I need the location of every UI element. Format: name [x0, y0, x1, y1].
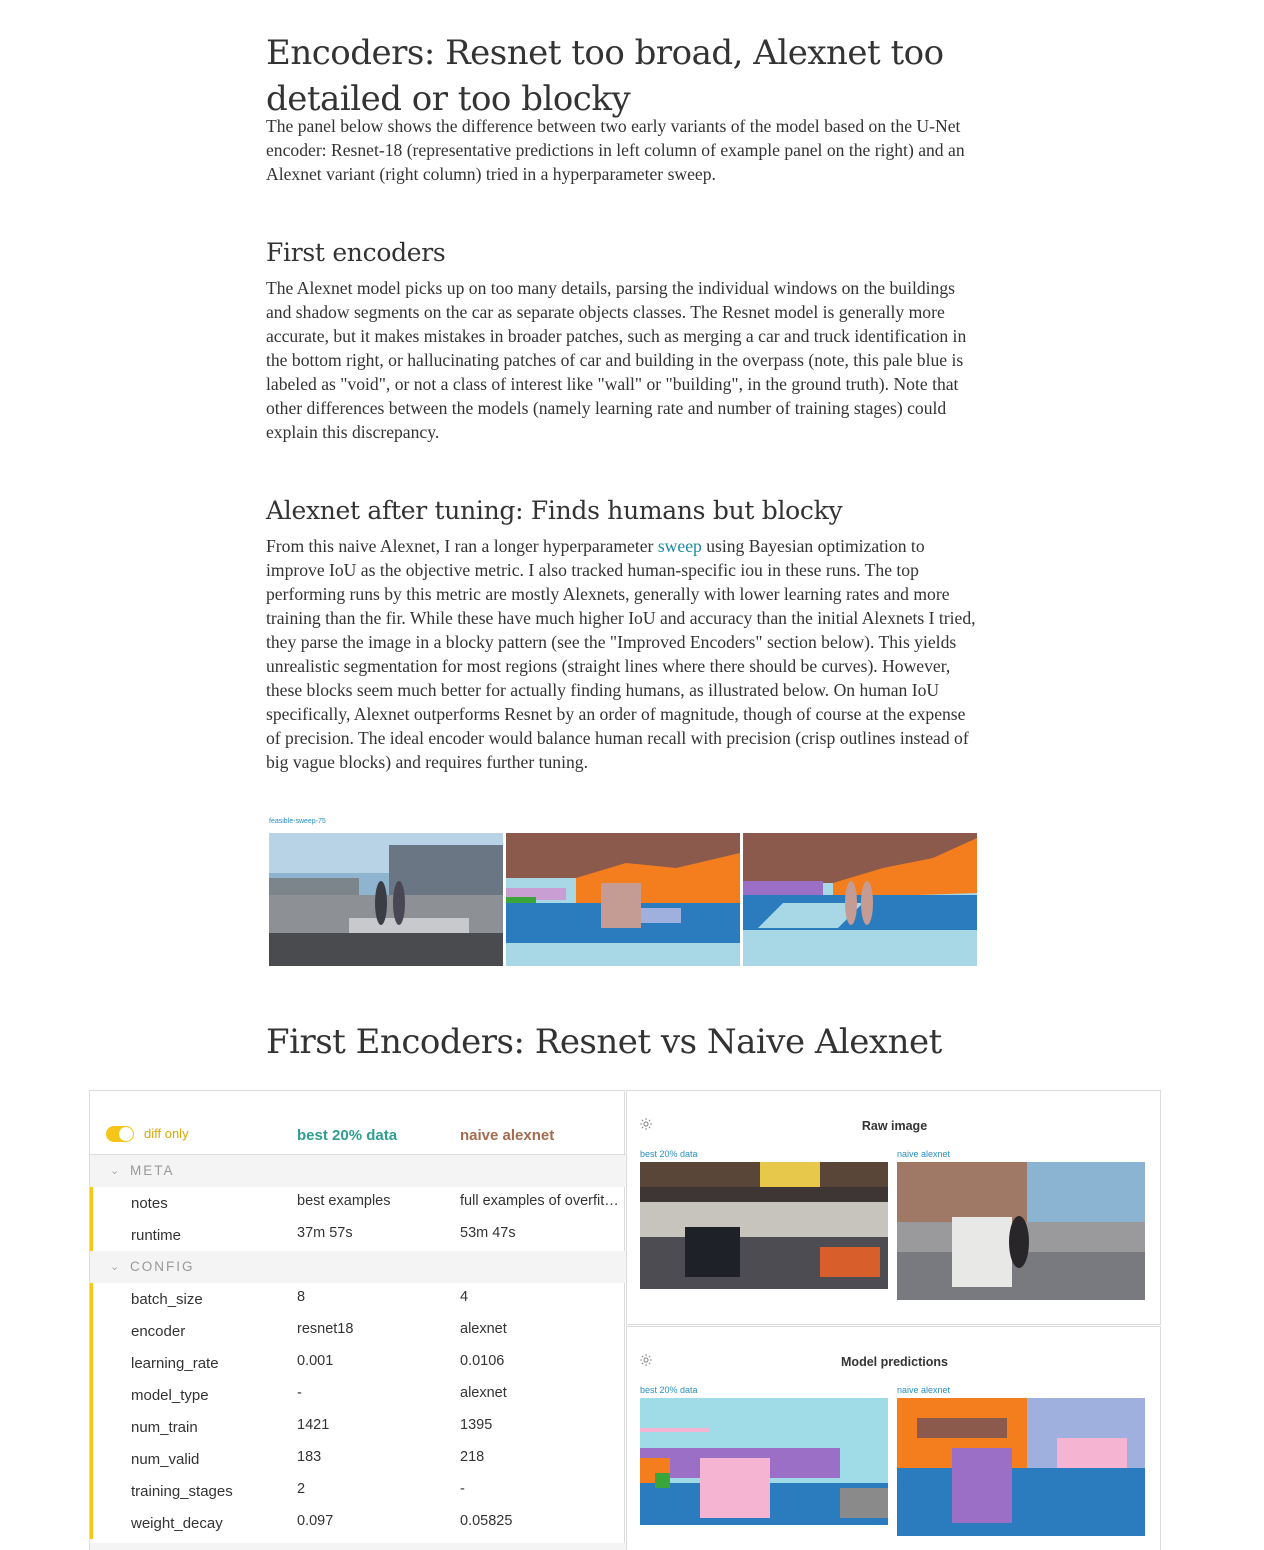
column-header-best-20[interactable]: best 20% data	[297, 1127, 397, 1144]
row-value-a: 1421	[297, 1417, 330, 1433]
row-key: batch_size	[131, 1291, 203, 1308]
row-key: encoder	[131, 1323, 186, 1340]
section-config[interactable]: ⌄ CONFIG	[90, 1251, 626, 1283]
row-value-a: 0.097	[297, 1513, 334, 1529]
table-row: learning_rate 0.001 0.0106	[90, 1347, 626, 1379]
heading-first-encoders: First encoders	[266, 238, 446, 267]
raw-image-panel: Raw image best 20% data naive alexnet	[626, 1090, 1161, 1325]
diff-only-label: diff only	[144, 1126, 189, 1141]
table-row: notes best examples full examples of ove…	[90, 1187, 626, 1219]
row-key: model_type	[131, 1387, 209, 1404]
row-value-b: alexnet	[460, 1385, 507, 1401]
chevron-down-icon: ⌄	[110, 1165, 120, 1177]
row-value-a: 2	[297, 1481, 306, 1497]
row-value-a: resnet18	[297, 1321, 354, 1337]
strip-run-label: feasible-sweep-75	[269, 818, 326, 825]
pred-label-a: best 20% data	[640, 1385, 698, 1395]
row-key: num_valid	[131, 1451, 200, 1468]
heading-alexnet-tuning: Alexnet after tuning: Finds humans but b…	[266, 496, 843, 525]
section-meta-label: META	[130, 1163, 175, 1178]
model-predictions-title: Model predictions	[841, 1355, 948, 1369]
row-value-a: best examples	[297, 1193, 391, 1209]
row-key: learning_rate	[131, 1355, 219, 1372]
raw-image-b[interactable]	[897, 1162, 1145, 1300]
row-value-a: 37m 57s	[297, 1225, 353, 1241]
column-header-naive-alexnet[interactable]: naive alexnet	[460, 1127, 554, 1144]
row-value-b: 218	[460, 1449, 485, 1465]
paragraph-tuning-after: using Bayesian optimization to improve I…	[266, 536, 976, 772]
strip-prediction-image	[506, 833, 740, 966]
section-footer	[90, 1543, 626, 1550]
model-predictions-panel: Model predictions best 20% data naive al…	[626, 1326, 1161, 1550]
raw-image-a[interactable]	[640, 1162, 888, 1289]
row-value-b: 0.05825	[460, 1513, 513, 1529]
table-row: num_valid 183 218	[90, 1443, 626, 1475]
row-key: runtime	[131, 1227, 182, 1244]
prediction-image-b[interactable]	[897, 1398, 1145, 1536]
row-value-a: 0.001	[297, 1353, 334, 1369]
table-row: training_stages 2 -	[90, 1475, 626, 1507]
paragraph-first-encoders: The Alexnet model picks up on too many d…	[266, 278, 967, 442]
paragraph-tuning: From this naive Alexnet, I ran a longer …	[266, 534, 982, 774]
sweep-link[interactable]: sweep	[658, 536, 702, 556]
row-value-b: 1395	[460, 1417, 493, 1433]
heading-first-encoders-vs: First Encoders: Resnet vs Naive Alexnet	[266, 1022, 942, 1062]
sample-image-strip: feasible-sweep-75	[269, 818, 979, 968]
row-value-a: -	[297, 1385, 302, 1401]
row-key: num_train	[131, 1419, 198, 1436]
chevron-down-icon: ⌄	[110, 1261, 120, 1273]
row-value-b: 0.0106	[460, 1353, 505, 1369]
run-comparison-table: diff only best 20% data naive alexnet ⌄ …	[89, 1090, 626, 1550]
row-key: weight_decay	[131, 1515, 223, 1532]
row-value-b: full examples of overfitting	[460, 1193, 620, 1209]
table-row: num_train 1421 1395	[90, 1411, 626, 1443]
raw-label-b: naive alexnet	[897, 1149, 951, 1159]
section-meta[interactable]: ⌄ META	[90, 1155, 626, 1187]
row-value-b: alexnet	[460, 1321, 507, 1337]
row-value-b: 53m 47s	[460, 1225, 516, 1241]
diff-only-toggle[interactable]	[106, 1126, 134, 1142]
table-row: runtime 37m 57s 53m 47s	[90, 1219, 626, 1251]
row-value-b: -	[460, 1481, 465, 1497]
section-config-label: CONFIG	[130, 1259, 195, 1274]
row-value-a: 8	[297, 1289, 306, 1305]
table-row: encoder resnet18 alexnet	[90, 1315, 626, 1347]
paragraph-tuning-before: From this naive Alexnet, I ran a longer …	[266, 536, 658, 556]
table-row: weight_decay 0.097 0.05825	[90, 1507, 626, 1539]
heading-encoders: Encoders: Resnet too broad, Alexnet too …	[266, 33, 944, 119]
prediction-image-a[interactable]	[640, 1398, 888, 1525]
strip-raw-image	[269, 833, 503, 966]
row-key: notes	[131, 1195, 168, 1212]
paragraph-intro: The panel below shows the difference bet…	[266, 116, 965, 184]
pred-label-b: naive alexnet	[897, 1385, 951, 1395]
table-header: diff only best 20% data naive alexnet	[90, 1091, 626, 1155]
strip-ground-truth-image	[743, 833, 977, 966]
table-row: model_type - alexnet	[90, 1379, 626, 1411]
row-value-b: 4	[460, 1289, 469, 1305]
row-key: training_stages	[131, 1483, 233, 1500]
table-row: batch_size 8 4	[90, 1283, 626, 1315]
raw-label-a: best 20% data	[640, 1149, 698, 1159]
raw-image-title: Raw image	[861, 1119, 928, 1133]
row-value-a: 183	[297, 1449, 322, 1465]
